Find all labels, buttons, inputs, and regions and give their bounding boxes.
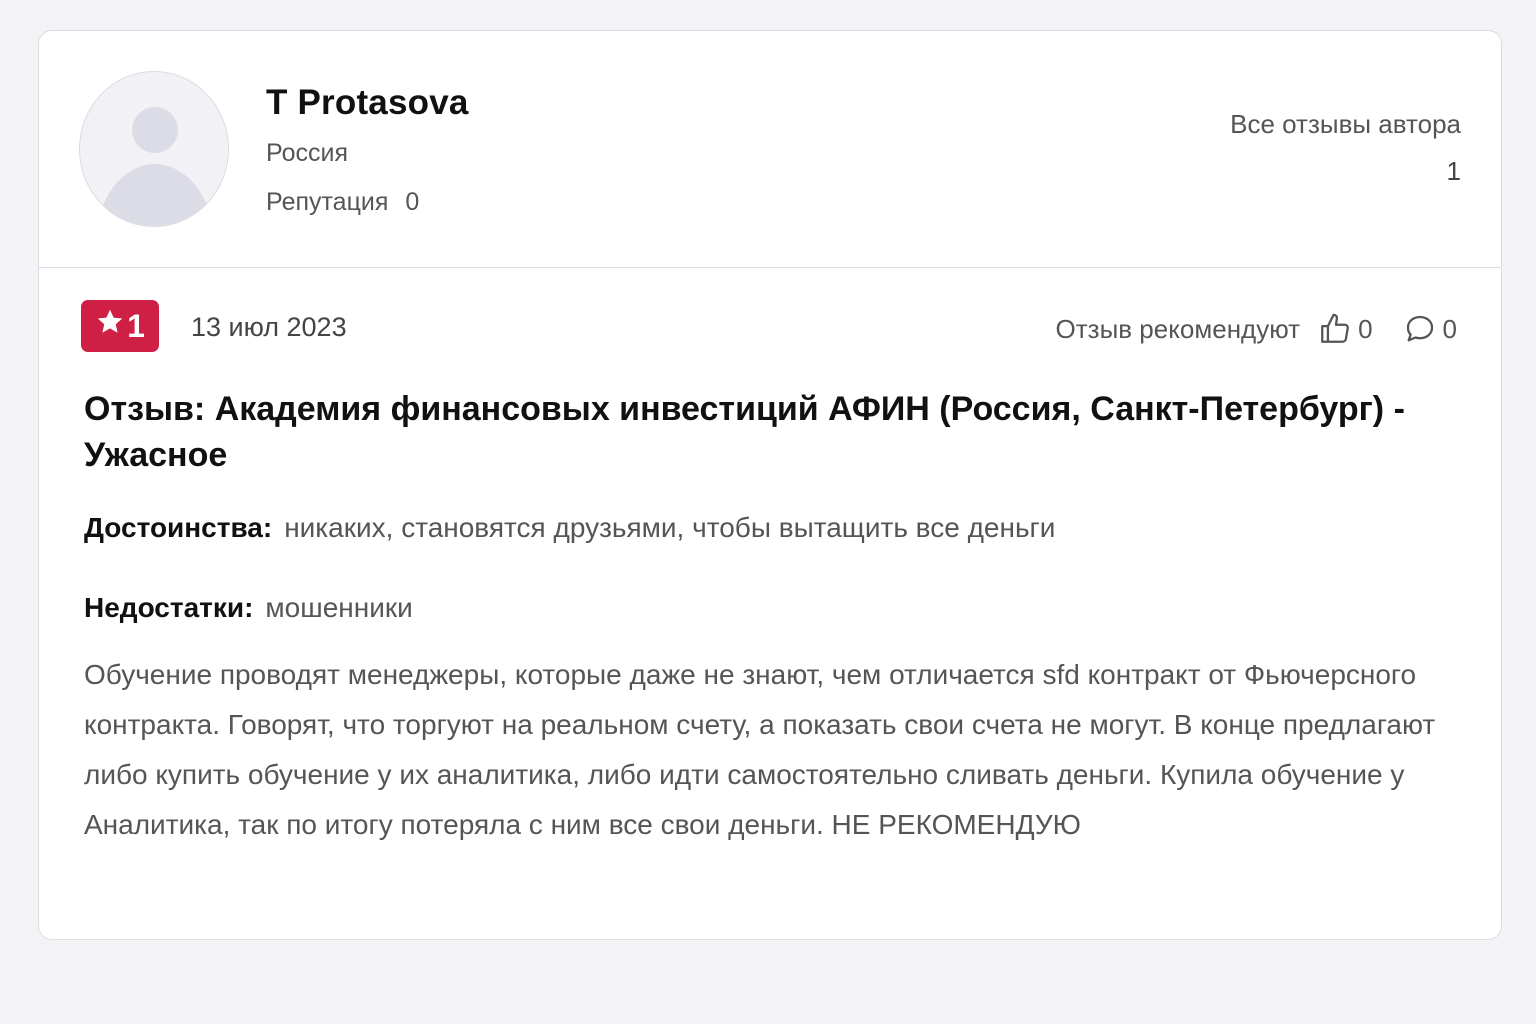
like-count: 0 bbox=[1358, 313, 1373, 344]
all-reviews-count: 1 bbox=[1446, 156, 1461, 186]
avatar[interactable] bbox=[79, 71, 229, 227]
review-pros: Достоинства: никаких, становятся друзьями… bbox=[84, 512, 1055, 544]
cons-text: мошенники bbox=[265, 592, 413, 623]
speech-bubble-icon bbox=[1406, 315, 1433, 342]
review-body: Обучение проводят менеджеры, которые даж… bbox=[84, 659, 1436, 840]
author-name[interactable]: T Protasova bbox=[266, 83, 469, 123]
pros-label: Достоинства: bbox=[84, 512, 273, 543]
review-card: T Protasova Россия Репутация 0 Все отзыв… bbox=[38, 30, 1502, 940]
review-title: Отзыв: Академия финансовых инвестиций АФ… bbox=[84, 390, 1405, 474]
comment-count: 0 bbox=[1442, 313, 1457, 344]
rating-value: 1 bbox=[127, 307, 145, 344]
review-date: 13 июл 2023 bbox=[191, 312, 347, 342]
default-user-avatar-icon bbox=[80, 72, 228, 226]
all-reviews-label: Все отзывы автора bbox=[1230, 109, 1461, 139]
author-country: Россия bbox=[266, 139, 348, 167]
like-button[interactable]: 0 bbox=[1318, 312, 1373, 346]
thumbs-up-icon bbox=[1321, 313, 1349, 343]
pros-text: никаких, становятся друзьями, чтобы выта… bbox=[284, 512, 1056, 543]
review-cons: Недостатки: мошенники bbox=[84, 592, 413, 624]
author-reputation: Репутация 0 bbox=[266, 188, 419, 217]
comments-button[interactable]: 0 bbox=[1403, 312, 1457, 346]
reputation-value: 0 bbox=[405, 188, 420, 216]
rating-badge: 1 bbox=[81, 300, 159, 352]
star-icon bbox=[95, 307, 125, 345]
author-panel: T Protasova Россия Репутация 0 Все отзыв… bbox=[39, 31, 1501, 268]
all-author-reviews-link[interactable]: Все отзывы автора 1 bbox=[1230, 109, 1461, 187]
cons-label: Недостатки: bbox=[84, 592, 254, 623]
recommend-label: Отзыв рекомендуют bbox=[1055, 313, 1301, 344]
recommend-bar: Отзыв рекомендуют 0 0 bbox=[1056, 312, 1457, 346]
reputation-label: Репутация bbox=[266, 188, 389, 216]
